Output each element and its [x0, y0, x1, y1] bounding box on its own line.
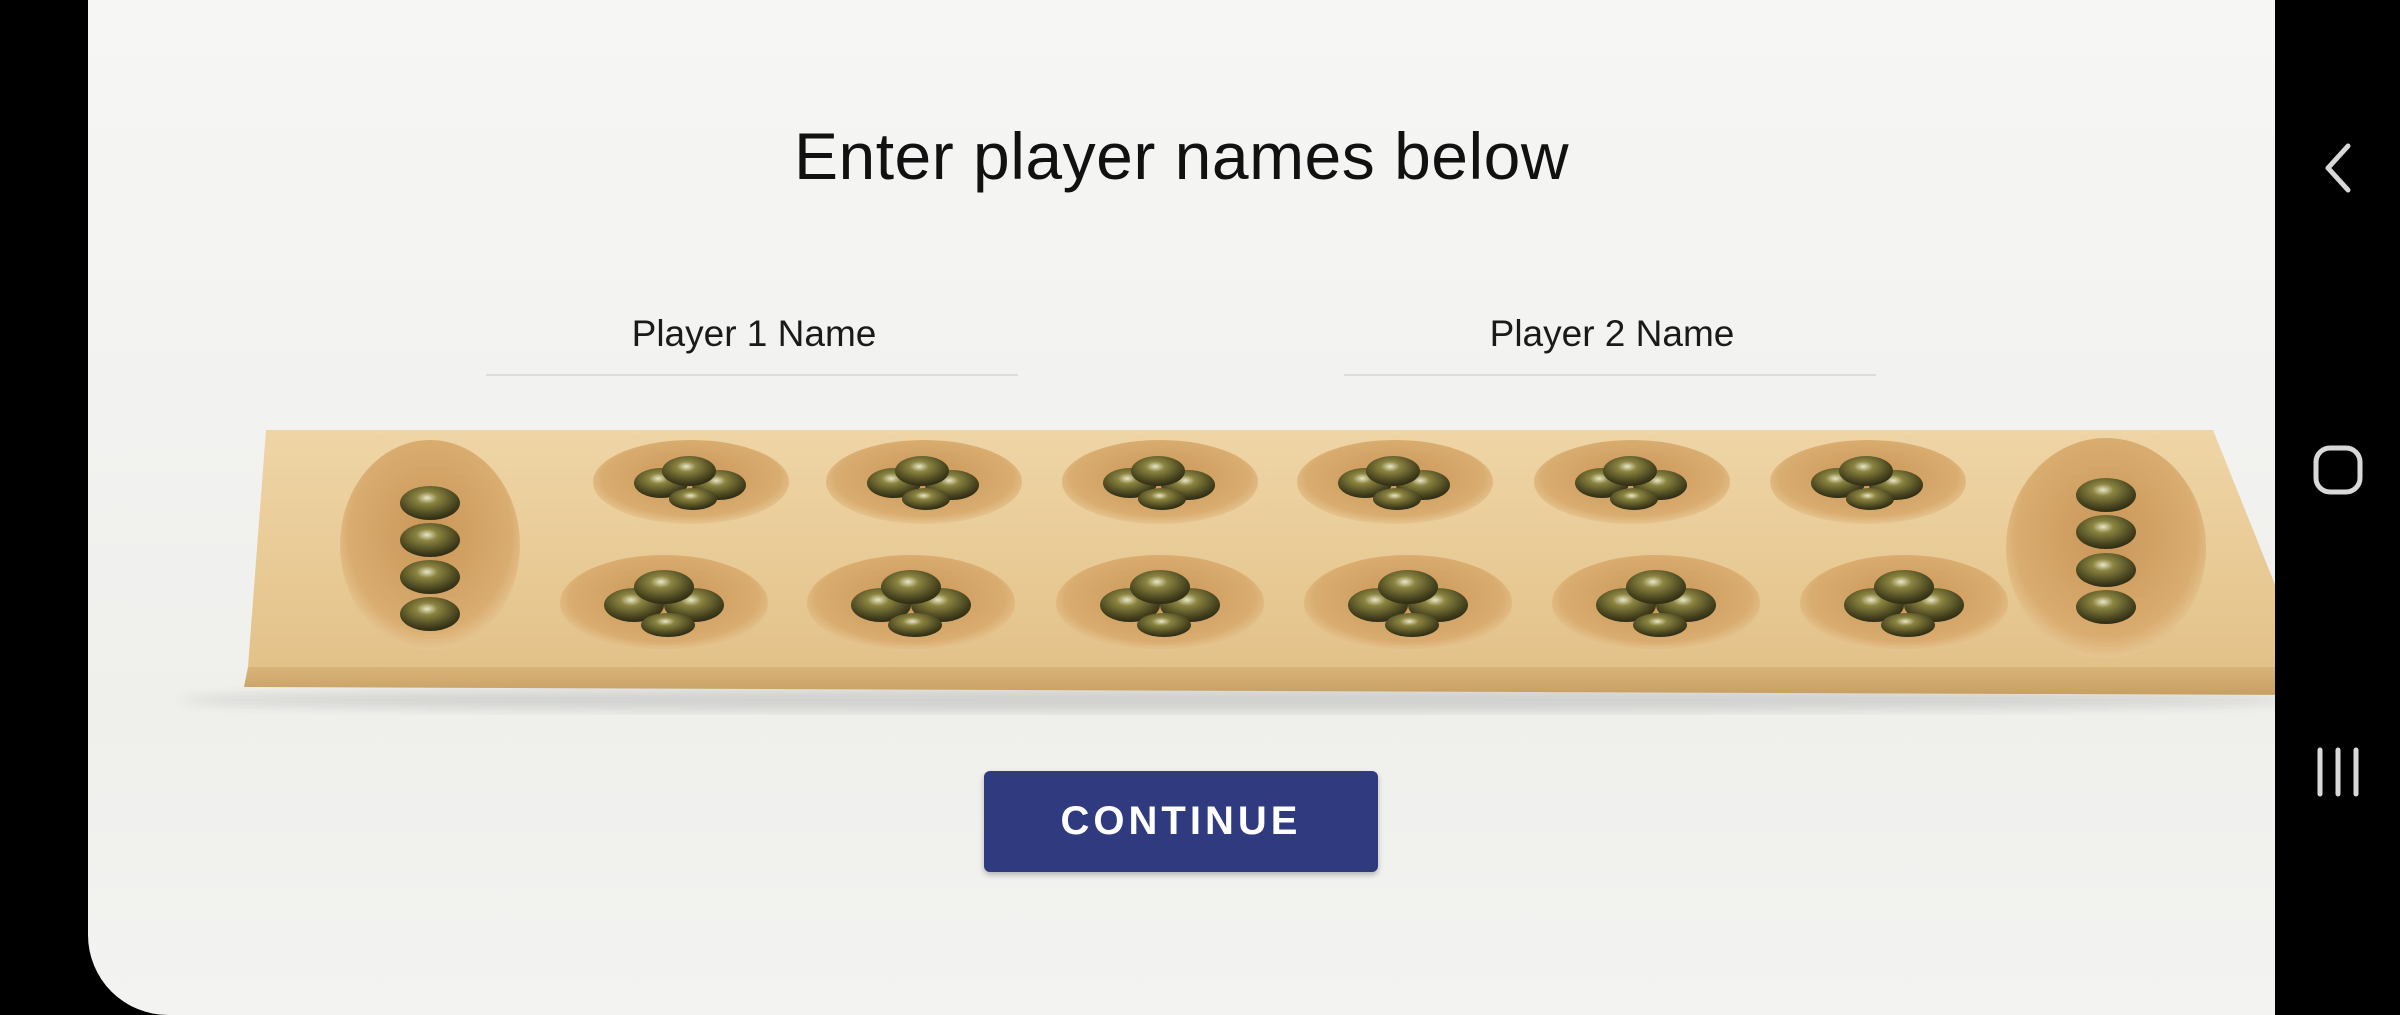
stone	[641, 613, 695, 637]
nav-recents-button[interactable]	[2275, 712, 2400, 832]
three-bars-icon	[2317, 747, 2358, 797]
player2-name-input[interactable]	[1344, 300, 1880, 368]
stone	[1385, 613, 1439, 637]
stone	[1137, 613, 1191, 637]
nav-home-button[interactable]	[2275, 410, 2400, 530]
stone	[2076, 515, 2136, 549]
system-navigation-bar	[2275, 0, 2400, 1015]
stone	[888, 613, 942, 637]
page-title: Enter player names below	[793, 119, 1570, 193]
rounded-square-icon	[2313, 445, 2362, 495]
nav-back-button[interactable]	[2275, 108, 2400, 228]
stone	[1881, 613, 1935, 637]
stone	[2076, 590, 2136, 624]
stone	[1610, 488, 1658, 510]
stone	[1874, 570, 1934, 604]
stone	[2076, 553, 2136, 587]
stone	[1626, 570, 1686, 604]
continue-button[interactable]: CONTINUE	[984, 771, 1378, 872]
stone	[902, 488, 950, 510]
stone	[1839, 456, 1893, 486]
stone	[1846, 488, 1894, 510]
stone	[1138, 488, 1186, 510]
stone	[2076, 478, 2136, 512]
stone	[400, 560, 460, 594]
stone	[669, 488, 717, 510]
stone	[400, 597, 460, 631]
stone	[1378, 570, 1438, 604]
player1-name-input[interactable]	[486, 300, 1022, 368]
stone	[400, 523, 460, 557]
stone	[400, 486, 460, 520]
stone	[881, 570, 941, 604]
player2-field-container	[1344, 300, 1880, 376]
stone	[1603, 456, 1657, 486]
stone	[1130, 570, 1190, 604]
stone	[634, 570, 694, 604]
chevron-left-icon	[2325, 143, 2350, 193]
stone	[662, 456, 716, 486]
stone	[1131, 456, 1185, 486]
stone	[895, 456, 949, 486]
board-edge	[244, 667, 2275, 695]
stone	[1366, 456, 1420, 486]
stone	[1633, 613, 1687, 637]
mancala-board-image	[178, 430, 2275, 712]
stone	[1373, 488, 1421, 510]
player1-field-container	[486, 300, 1022, 376]
app-screen: Enter player names below Player 1 Name P…	[88, 0, 2275, 1015]
